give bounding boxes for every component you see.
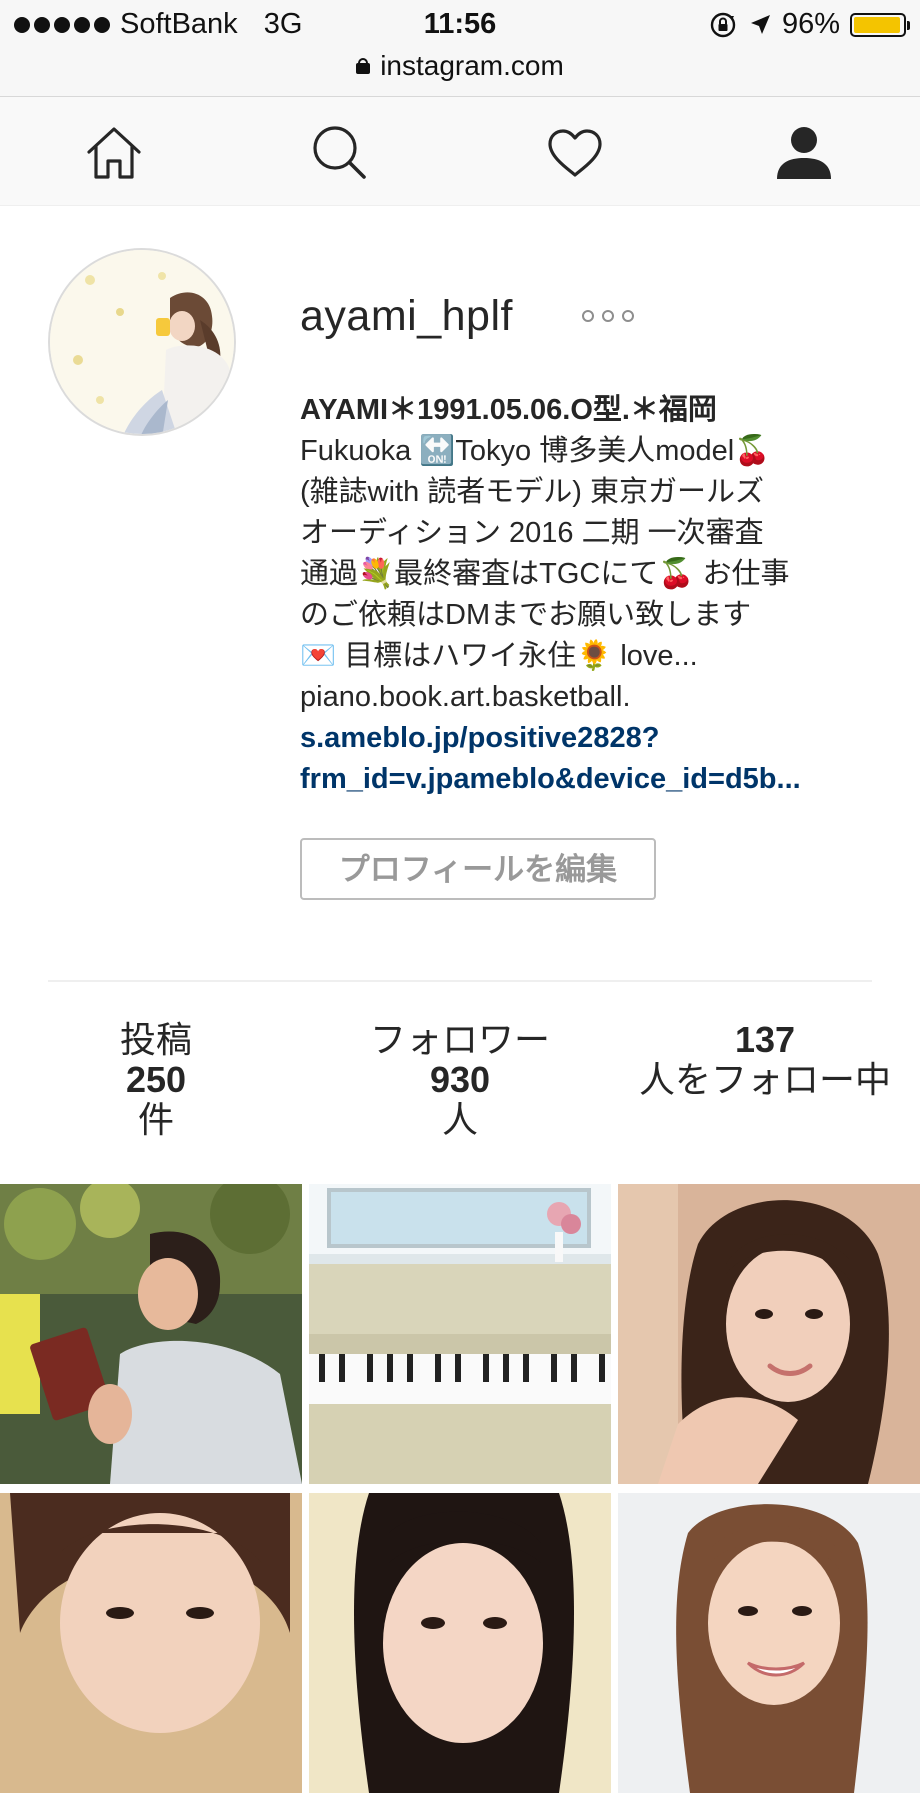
post-thumbnail[interactable] [618, 1493, 920, 1793]
stat-posts-label: 投稿 [119, 1019, 192, 1060]
nav-activity[interactable] [545, 123, 605, 183]
bio-line: piano.book.art.basketball. [300, 681, 631, 713]
post-thumbnail[interactable] [0, 1493, 302, 1793]
address-bar[interactable]: instagram.com [0, 50, 920, 82]
stat-followers-label: フォロワー [369, 1019, 550, 1060]
nav-home[interactable] [84, 123, 144, 183]
stat-posts-count: 250 [125, 1059, 187, 1100]
search-icon [313, 126, 366, 179]
home-icon [87, 127, 141, 179]
post-photo [0, 1493, 302, 1793]
stat-followers[interactable]: フォロワー 930 人 [340, 1020, 580, 1140]
post-photo [618, 1493, 920, 1793]
top-nav [0, 96, 920, 206]
bio-line: (雑誌with 読者モデル) 東京ガールズ [300, 476, 765, 508]
bio-line: 通過💐最終審査はTGCにて🍒 お仕事 [300, 558, 790, 590]
profile-icon [777, 127, 831, 179]
rotation-lock-icon [710, 12, 736, 37]
post-thumbnail[interactable] [309, 1184, 611, 1484]
bio-line: オーディション 2016 二期 一次審査 [300, 517, 764, 549]
post-thumbnail[interactable] [0, 1184, 302, 1484]
post-photo [309, 1493, 611, 1793]
stat-followers-count: 930 [429, 1059, 491, 1100]
stat-following[interactable]: 137 人をフォロー中 [620, 1020, 910, 1100]
profile-full-name: AYAMI＊1991.05.06.O型.＊福岡 [300, 394, 717, 426]
avatar-photo [50, 250, 234, 434]
post-photo [618, 1184, 920, 1484]
stat-followers-unit: 人 [441, 1099, 478, 1140]
battery-fill [854, 16, 901, 33]
bio-line: 💌 目標はハワイ永住🌻 love... [300, 640, 698, 672]
post-photo [309, 1184, 611, 1484]
battery-icon [850, 12, 910, 37]
battery-percent: 96% [781, 8, 840, 40]
lock-icon [356, 58, 371, 74]
bio-line: Fukuoka 🔛Tokyo 博多美人model🍒 [300, 435, 771, 467]
more-options-icon[interactable] [578, 306, 638, 326]
profile-username: ayami_hplf [300, 292, 513, 340]
post-thumbnail[interactable] [618, 1184, 920, 1484]
link-line-2: frm_id=v.jpameblo&device_id=d5b... [300, 763, 801, 795]
location-arrow-icon [750, 14, 770, 34]
bio-line: のご依頼はDMまでお願い致します [300, 599, 752, 631]
profile-bio: AYAMI＊1991.05.06.O型.＊福岡 Fukuoka 🔛Tokyo 博… [300, 390, 880, 800]
status-right: 96% [708, 8, 910, 41]
nav-search[interactable] [310, 123, 370, 183]
heart-icon [548, 129, 602, 177]
stat-following-label: 人をフォロー中 [638, 1059, 891, 1100]
nav-profile[interactable] [774, 123, 834, 183]
stat-posts[interactable]: 投稿 250 件 [56, 1020, 256, 1140]
divider [48, 980, 872, 982]
stat-posts-unit: 件 [137, 1099, 174, 1140]
edit-profile-button[interactable]: プロフィールを編集 [300, 838, 656, 900]
status-bar: SoftBank 3G 11:56 96% instagram.com [0, 0, 920, 96]
post-photo [0, 1184, 302, 1484]
post-thumbnail[interactable] [309, 1493, 611, 1793]
link-line-1: s.ameblo.jp/positive2828? [300, 722, 660, 754]
avatar[interactable] [48, 248, 236, 436]
stat-following-count: 137 [734, 1019, 796, 1060]
url-text: instagram.com [380, 50, 564, 81]
profile-website-link[interactable]: s.ameblo.jp/positive2828? frm_id=v.jpame… [300, 718, 880, 800]
